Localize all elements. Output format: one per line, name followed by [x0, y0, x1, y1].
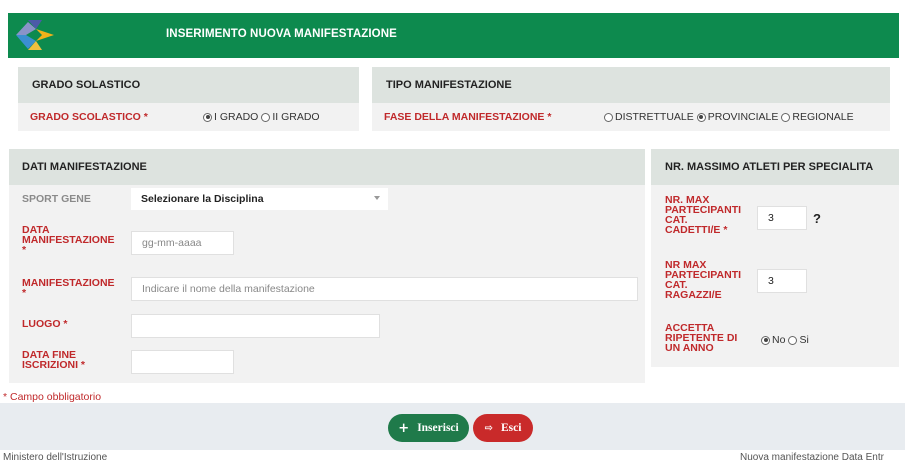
radio-ii-grado-label: II GRADO	[272, 111, 320, 123]
radio-provinciale-label: PROVINCIALE	[707, 111, 779, 123]
data-fine-label: DATA FINE ISCRIZIONI *	[22, 349, 86, 371]
ragazzi-input[interactable]: 3	[757, 269, 807, 293]
dati-heading: DATI MANIFESTAZIONE	[9, 149, 645, 185]
ragazzi-label: NR MAX PARTECIPANTI CAT. RAGAZZI/E	[665, 259, 742, 301]
data-fine-input[interactable]	[131, 350, 234, 374]
exit-button-label: Esci	[500, 422, 522, 434]
radio-si[interactable]	[788, 335, 798, 345]
radio-provinciale[interactable]	[696, 112, 706, 122]
cadetti-input[interactable]: 3	[757, 206, 807, 230]
radio-distrettuale-label: DISTRETTUALE	[615, 111, 694, 123]
exit-button[interactable]: ⇨ Esci	[473, 414, 533, 442]
radio-i-grado-label: I GRADO	[214, 111, 259, 123]
dati-panel: DATI MANIFESTAZIONE SPORT GENE Seleziona…	[9, 149, 645, 383]
data-manif-label: DATA MANIFESTAZIONE *	[22, 224, 115, 256]
insert-button[interactable]: + Inserisci	[388, 414, 469, 442]
grado-label: GRADO SCOLASTICO *	[30, 111, 148, 123]
footer-left: Ministero dell'Istruzione	[3, 452, 108, 463]
sport-select[interactable]: Selezionare la Disciplina	[131, 188, 388, 210]
data-manif-placeholder: gg-mm-aaaa	[142, 237, 202, 249]
app-header: INSERIMENTO NUOVA MANIFESTAZIONE	[8, 13, 899, 58]
radio-i-grado[interactable]	[203, 112, 212, 122]
tipo-panel: TIPO MANIFESTAZIONE FASE DELLA MANIFESTA…	[372, 67, 890, 131]
radio-distrettuale[interactable]	[604, 112, 613, 122]
plus-icon: +	[398, 420, 410, 436]
atleti-heading: NR. MASSIMO ATLETI PER SPECIALITA	[651, 149, 899, 185]
manif-label: MANIFESTAZIONE *	[22, 277, 115, 299]
fase-label: FASE DELLA MANIFESTAZIONE *	[384, 111, 552, 123]
radio-regionale[interactable]	[781, 112, 791, 122]
manif-input[interactable]: Indicare il nome della manifestazione	[131, 277, 638, 301]
radio-no-label: No	[772, 334, 786, 346]
radio-no[interactable]	[761, 335, 770, 345]
ripetente-label: ACCETTA RIPETENTE DI UN ANNO	[665, 322, 738, 354]
footer-right: Nuova manifestazione Data Entr	[740, 452, 884, 463]
grado-panel: GRADO SOLASTICO GRADO SCOLASTICO * I GRA…	[18, 67, 359, 131]
exit-icon: ⇨	[484, 422, 493, 434]
radio-ii-grado[interactable]	[261, 112, 271, 122]
page-title: INSERIMENTO NUOVA MANIFESTAZIONE	[166, 28, 397, 40]
logo-icon	[16, 20, 54, 50]
ripetente-radio-group: No Si	[758, 334, 809, 346]
grado-heading: GRADO SOLASTICO	[18, 67, 359, 103]
radio-si-label: Si	[799, 334, 809, 346]
manif-placeholder: Indicare il nome della manifestazione	[142, 283, 315, 295]
sport-label: SPORT GENE	[22, 193, 91, 205]
grado-radio-group: I GRADO II GRADO	[200, 111, 320, 123]
cadetti-label: NR. MAX PARTECIPANTI CAT. CADETTI/E *	[665, 194, 742, 236]
luogo-label: LUOGO *	[22, 318, 68, 330]
insert-button-label: Inserisci	[417, 422, 459, 434]
fase-radio-group: DISTRETTUALE PROVINCIALE REGIONALE	[601, 111, 854, 123]
action-bar: + Inserisci ⇨ Esci	[0, 403, 905, 450]
data-manif-input[interactable]: gg-mm-aaaa	[131, 231, 234, 255]
atleti-panel: NR. MASSIMO ATLETI PER SPECIALITA NR. MA…	[651, 149, 899, 367]
sport-select-value: Selezionare la Disciplina	[141, 193, 264, 205]
help-icon[interactable]: ?	[813, 211, 821, 226]
radio-regionale-label: REGIONALE	[792, 111, 854, 123]
chevron-down-icon	[374, 196, 380, 200]
required-note: * Campo obbligatorio	[3, 391, 102, 403]
luogo-input[interactable]	[131, 314, 380, 338]
tipo-heading: TIPO MANIFESTAZIONE	[372, 67, 890, 103]
